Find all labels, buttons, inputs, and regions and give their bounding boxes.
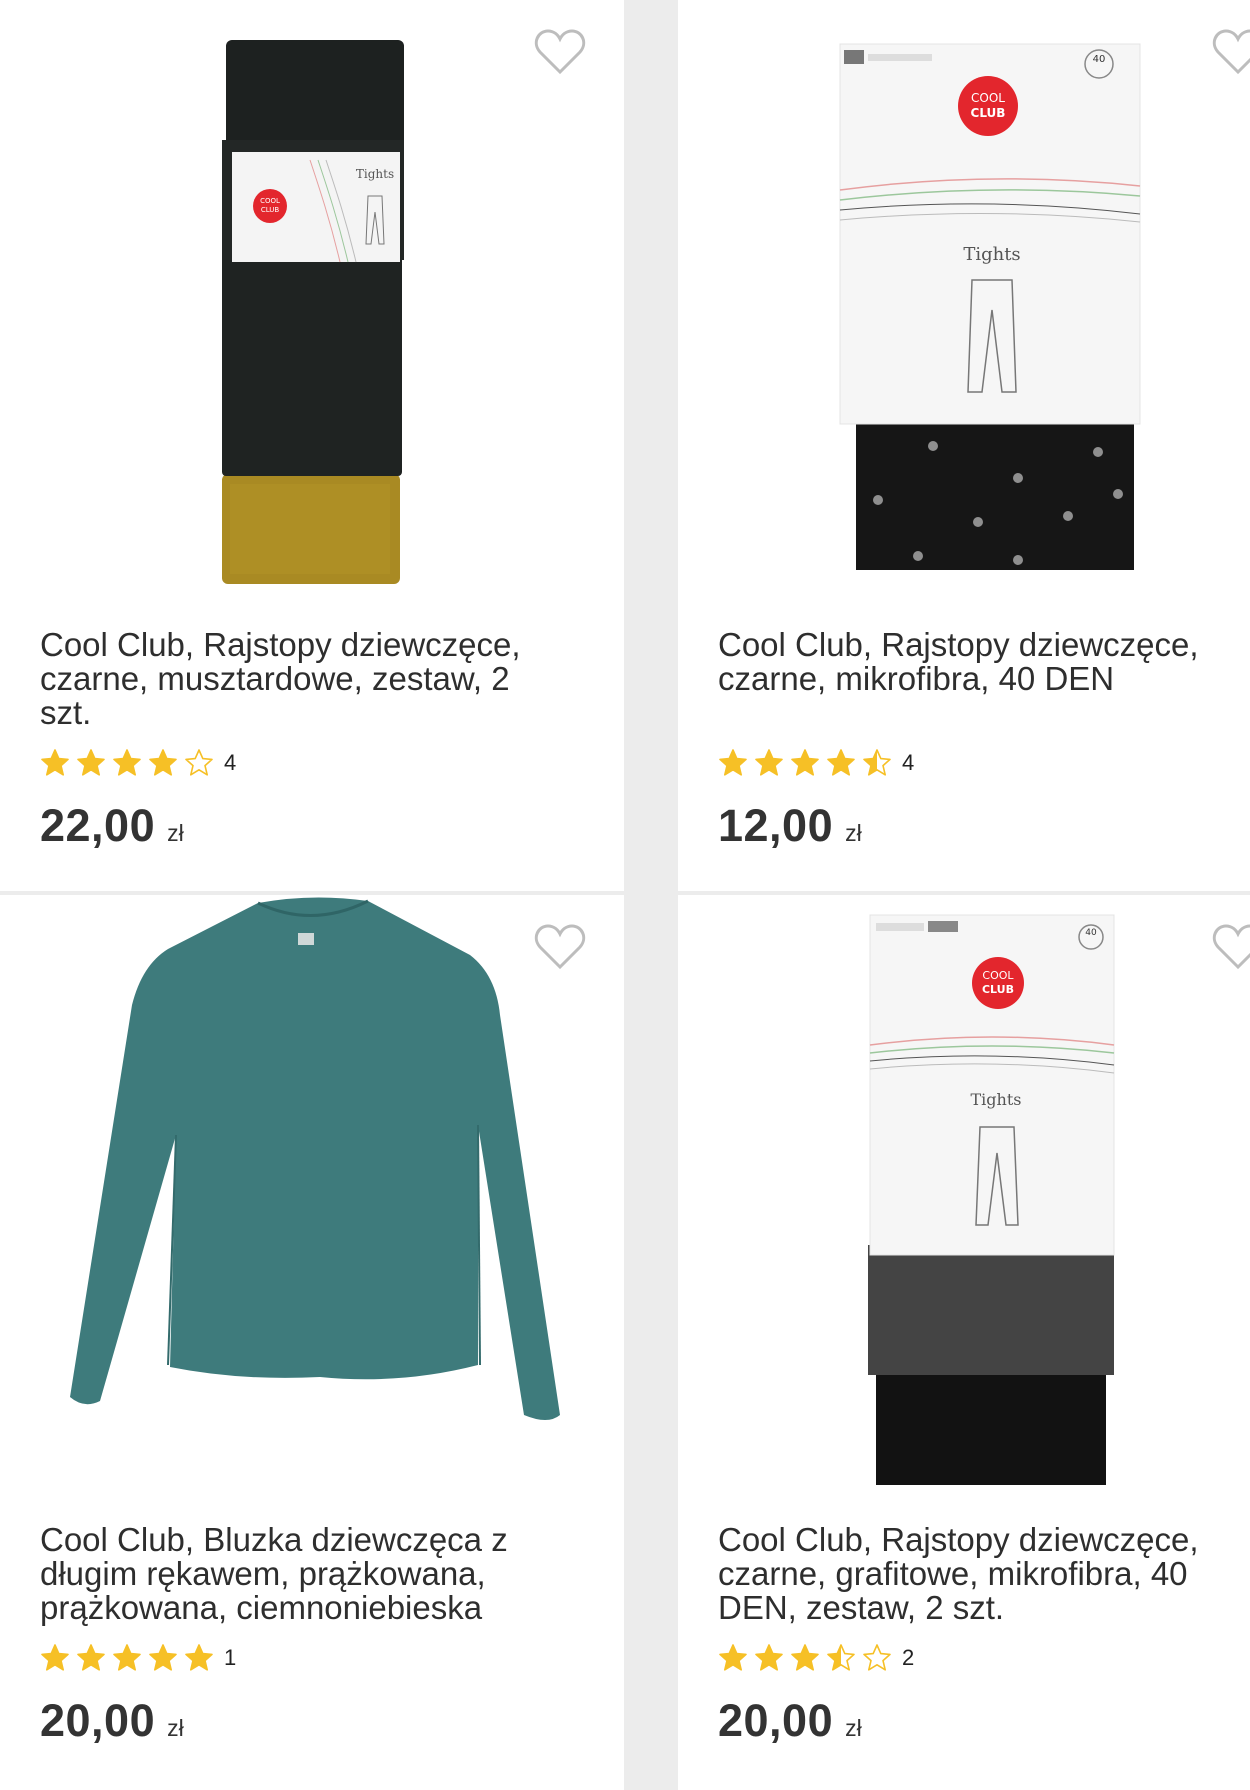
product-title[interactable]: Cool Club, Rajstopy dziewczęce, czarne, … <box>718 1523 1218 1625</box>
rating-stars <box>40 1643 214 1673</box>
package-label: Tights <box>963 244 1020 265</box>
star-filled-icon <box>719 1644 747 1671</box>
svg-text:CLUB: CLUB <box>982 983 1014 996</box>
svg-text:Tights: Tights <box>356 167 394 181</box>
product-price: 12,00 zł <box>718 800 862 852</box>
den-badge: 40 <box>1085 928 1097 938</box>
price-amount: 20,00 <box>718 1695 834 1746</box>
price-currency: zł <box>845 820 862 846</box>
star-empty-icon <box>863 1644 891 1671</box>
star-half-icon <box>863 749 891 776</box>
price-currency: zł <box>167 820 184 846</box>
star-filled-icon <box>77 749 105 776</box>
star-filled-icon <box>791 1644 819 1671</box>
heart-outline-icon[interactable] <box>1212 923 1250 971</box>
rating-count: 4 <box>902 750 915 775</box>
rating-stars <box>40 748 214 778</box>
den-badge: 40 <box>1093 54 1106 65</box>
heart-outline-icon[interactable] <box>534 28 586 76</box>
price-amount: 12,00 <box>718 800 834 851</box>
star-filled-icon <box>149 749 177 776</box>
product-price: 20,00 zł <box>718 1695 862 1747</box>
price-currency: zł <box>167 1715 184 1741</box>
star-filled-icon <box>755 749 783 776</box>
star-filled-icon <box>77 1644 105 1671</box>
product-price: 20,00 zł <box>40 1695 184 1747</box>
star-filled-icon <box>719 749 747 776</box>
heart-outline-icon[interactable] <box>534 923 586 971</box>
package-label: Tights <box>971 1090 1022 1109</box>
product-image[interactable]: 40 COOL CLUB Tights <box>678 895 1250 1495</box>
rating-count: 1 <box>224 1645 237 1670</box>
star-filled-icon <box>185 1644 213 1671</box>
rating-stars <box>718 748 892 778</box>
product-card[interactable]: 40 COOL CLUB Tights Cool Club, Rajstopy … <box>678 895 1250 1790</box>
star-empty-icon <box>185 749 213 776</box>
star-filled-icon <box>791 749 819 776</box>
product-title[interactable]: Cool Club, Rajstopy dziewczęce, czarne, … <box>40 628 540 730</box>
svg-text:CLUB: CLUB <box>971 106 1006 120</box>
svg-text:COOL: COOL <box>260 197 280 205</box>
heart-outline-icon[interactable] <box>1212 28 1250 76</box>
product-rating: 4 <box>40 746 236 780</box>
product-card[interactable]: Cool Club, Bluzka dziewczęca z długim rę… <box>0 895 624 1790</box>
product-image[interactable] <box>0 895 624 1495</box>
price-amount: 20,00 <box>40 1695 156 1746</box>
svg-text:COOL: COOL <box>982 969 1014 982</box>
svg-text:COOL: COOL <box>971 91 1005 105</box>
product-title[interactable]: Cool Club, Rajstopy dziewczęce, czarne, … <box>718 628 1218 696</box>
price-currency: zł <box>845 1715 862 1741</box>
product-image[interactable]: COOL CLUB Tights <box>0 0 624 600</box>
star-filled-icon <box>41 1644 69 1671</box>
rating-count: 2 <box>902 1645 915 1670</box>
rating-stars <box>718 1643 892 1673</box>
star-filled-icon <box>827 749 855 776</box>
product-price: 22,00 zł <box>40 800 184 852</box>
product-image[interactable]: 40 COOL CLUB Tights <box>678 0 1250 600</box>
product-rating: 2 <box>718 1641 914 1675</box>
star-filled-icon <box>113 1644 141 1671</box>
rating-count: 4 <box>224 750 237 775</box>
product-rating: 4 <box>718 746 914 780</box>
price-amount: 22,00 <box>40 800 156 851</box>
star-filled-icon <box>41 749 69 776</box>
star-filled-icon <box>113 749 141 776</box>
star-filled-icon <box>755 1644 783 1671</box>
product-card[interactable]: 40 COOL CLUB Tights Cool Club, Rajstopy … <box>678 0 1250 891</box>
product-card[interactable]: COOL CLUB Tights Cool Club, Rajstopy dzi… <box>0 0 624 891</box>
svg-text:CLUB: CLUB <box>261 206 280 214</box>
star-filled-icon <box>149 1644 177 1671</box>
product-rating: 1 <box>40 1641 236 1675</box>
star-half-icon <box>827 1644 855 1671</box>
product-title[interactable]: Cool Club, Bluzka dziewczęca z długim rę… <box>40 1523 540 1625</box>
